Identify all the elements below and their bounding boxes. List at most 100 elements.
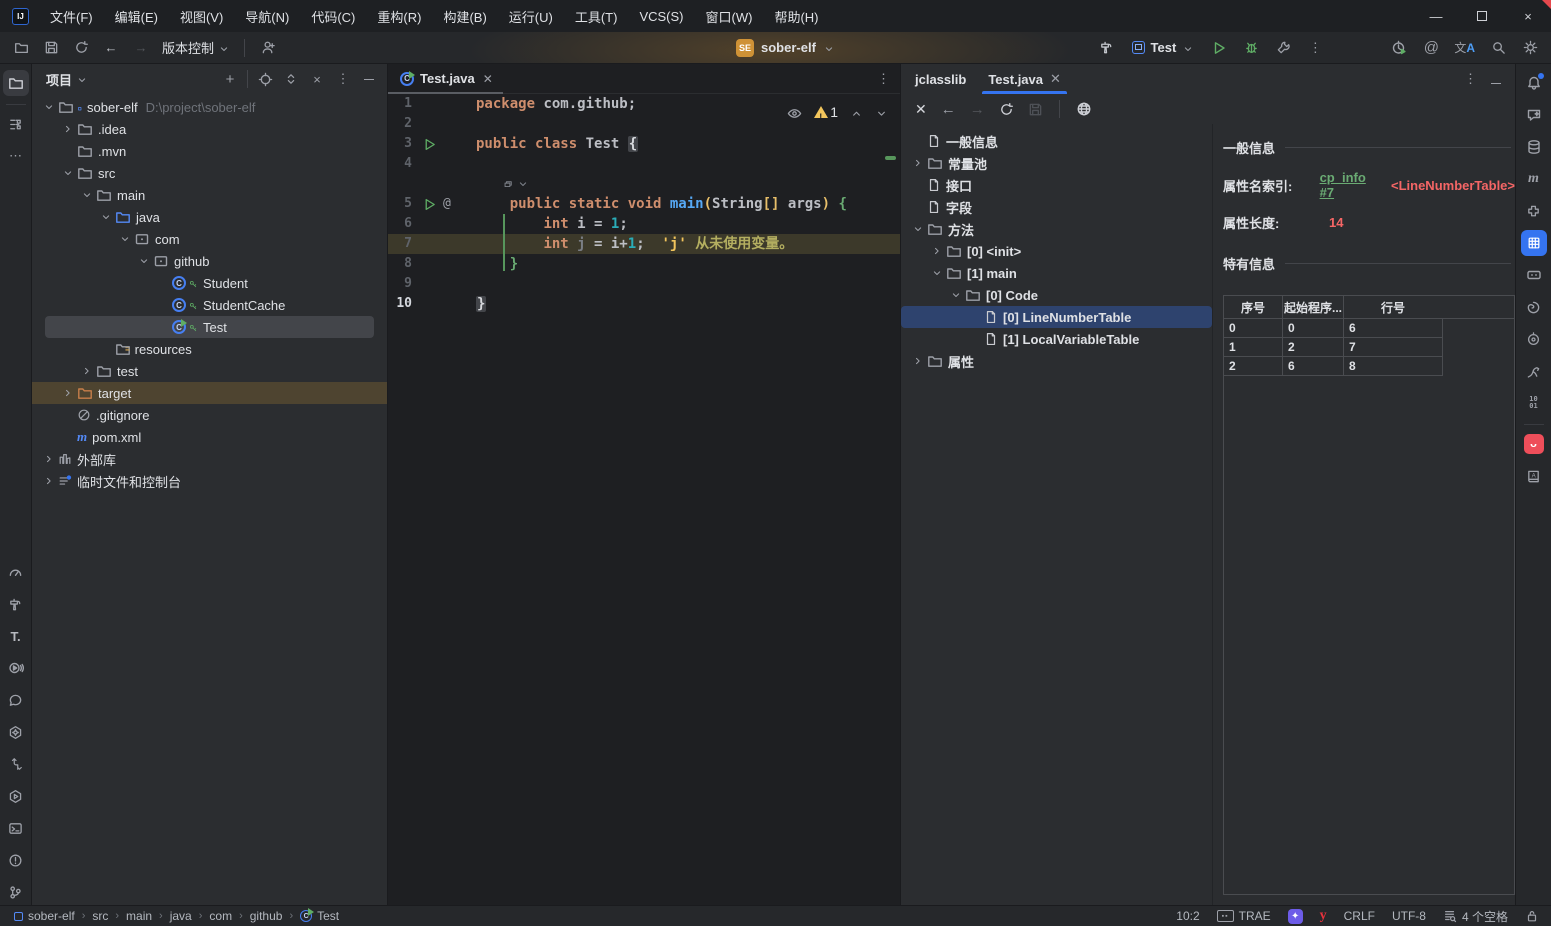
mention-button[interactable]: @: [1418, 35, 1444, 61]
profiler-toolwindow-button[interactable]: [3, 559, 29, 585]
tree-item-java[interactable]: java: [32, 206, 387, 228]
run-gutter-icon[interactable]: [422, 134, 437, 154]
project-toolwindow-button[interactable]: [3, 70, 29, 96]
menu-item[interactable]: 重构(R): [366, 0, 432, 32]
chevron-down-icon[interactable]: [78, 189, 96, 201]
tree-item-[0]-linenumbertable[interactable]: [0] LineNumberTable: [901, 306, 1212, 328]
code-line[interactable]: 5@ public static void main(String[] args…: [388, 194, 900, 214]
more-toolwindows-button[interactable]: ⋯: [3, 143, 29, 169]
tree-item-字段[interactable]: 字段: [901, 196, 1212, 218]
pipeline-toolwindow-button[interactable]: [3, 751, 29, 777]
code-line[interactable]: 10}: [388, 294, 900, 314]
chevron-right-icon[interactable]: [59, 387, 77, 399]
swirl-plugin-button[interactable]: [1521, 294, 1547, 320]
tree-item-临时文件和控制台[interactable]: 临时文件和控制台: [32, 470, 387, 492]
jclasslib-close-icon[interactable]: ✕: [915, 101, 927, 118]
tree-item-studentcache[interactable]: CStudentCache: [32, 294, 387, 316]
jclasslib-web-icon[interactable]: [1076, 101, 1092, 118]
menu-item[interactable]: 文件(F): [39, 0, 104, 32]
chevron-right-icon[interactable]: [909, 355, 927, 367]
open-project-button[interactable]: [8, 35, 34, 61]
chevron-right-icon[interactable]: [59, 123, 77, 135]
menu-item[interactable]: 窗口(W): [695, 0, 764, 32]
tree-item-[1]-localvariabletable[interactable]: [1] LocalVariableTable: [901, 328, 1212, 350]
tree-item-常量池[interactable]: 常量池: [901, 152, 1212, 174]
code-line[interactable]: 3public class Test {: [388, 134, 900, 154]
build-toolwindow-button[interactable]: [3, 591, 29, 617]
breadcrumb-sober-elf[interactable]: sober-elf: [14, 909, 75, 923]
table-header-cell[interactable]: 起始程序...: [1283, 296, 1344, 318]
breadcrumb-java[interactable]: java: [170, 909, 192, 923]
translate-button[interactable]: 文A: [1450, 35, 1479, 61]
jclasslib-forward-icon[interactable]: →: [970, 101, 985, 118]
menu-item[interactable]: 运行(U): [498, 0, 564, 32]
menu-item[interactable]: 工具(T): [564, 0, 629, 32]
translation-toolwindow-button[interactable]: T.: [3, 623, 29, 649]
dictionary-plugin-button[interactable]: A: [1521, 463, 1547, 489]
add-user-button[interactable]: [255, 35, 281, 61]
tree-item-属性[interactable]: 属性: [901, 350, 1212, 372]
next-problem-icon[interactable]: [875, 102, 888, 122]
tab-close-icon[interactable]: ✕: [483, 72, 493, 86]
save-all-button[interactable]: [38, 35, 64, 61]
tree-item--mvn[interactable]: .mvn: [32, 140, 387, 162]
inlay-hint-row[interactable]: [388, 174, 900, 194]
code-line[interactable]: 9: [388, 274, 900, 294]
table-row[interactable]: 127: [1224, 338, 1443, 357]
chevron-down-icon[interactable]: [947, 289, 965, 301]
table-row[interactable]: 006: [1224, 319, 1443, 338]
structure-toolwindow-button[interactable]: [3, 111, 29, 137]
tree-item-target[interactable]: target: [32, 382, 387, 404]
chevron-right-icon[interactable]: [928, 245, 946, 257]
chevron-down-icon[interactable]: [135, 255, 153, 267]
maximize-button[interactable]: [1459, 0, 1505, 32]
highlighting-level-icon[interactable]: [787, 102, 802, 122]
sync-button[interactable]: [68, 35, 94, 61]
code-line[interactable]: 6 int i = 1;: [388, 214, 900, 234]
menu-item[interactable]: 编辑(E): [104, 0, 169, 32]
tree-item-[0]-<init>[interactable]: [0] <init>: [901, 240, 1212, 262]
purple-plugin-icon[interactable]: ✦: [1288, 909, 1303, 924]
panel-options-button[interactable]: ⋮: [331, 67, 355, 91]
menu-item[interactable]: 代码(C): [300, 0, 366, 32]
hide-panel-button[interactable]: [357, 67, 381, 91]
menu-item[interactable]: 视图(V): [169, 0, 234, 32]
tree-item-外部库[interactable]: 外部库: [32, 448, 387, 470]
editor-tab-test-java[interactable]: C Test.java ✕: [388, 64, 503, 94]
run-config-selector[interactable]: Test: [1126, 35, 1201, 61]
indent-widget[interactable]: 4 个空格: [1443, 908, 1508, 925]
target-plugin-button[interactable]: [1521, 326, 1547, 352]
locate-file-button[interactable]: [253, 67, 277, 91]
problems-toolwindow-button[interactable]: [3, 847, 29, 873]
tree-item-方法[interactable]: 方法: [901, 218, 1212, 240]
tree-item-com[interactable]: com: [32, 228, 387, 250]
chevron-down-icon[interactable]: [116, 233, 134, 245]
table-header-cell[interactable]: 行号: [1344, 296, 1442, 318]
jclasslib-tab-test-java[interactable]: Test.java ✕: [978, 64, 1071, 94]
forward-button[interactable]: →: [128, 35, 154, 61]
tree-item-test[interactable]: CTest: [32, 316, 387, 338]
tree-item-resources[interactable]: ≡resources: [32, 338, 387, 360]
table-header-cell[interactable]: 序号: [1224, 296, 1283, 318]
chevron-right-icon[interactable]: [40, 453, 58, 465]
red-plugin-button[interactable]: ᴗ: [1521, 431, 1547, 457]
add-button[interactable]: +: [218, 67, 242, 91]
jclasslib-back-icon[interactable]: ←: [941, 101, 956, 118]
tools-button[interactable]: [1270, 35, 1296, 61]
table-row[interactable]: 268: [1224, 357, 1443, 376]
jclasslib-tab-close-icon[interactable]: ✕: [1050, 71, 1061, 87]
encoding-widget[interactable]: UTF-8: [1392, 909, 1426, 923]
project-widget-button[interactable]: SE sober-elf: [730, 35, 841, 61]
breadcrumb-src[interactable]: src: [92, 909, 108, 923]
code-editor[interactable]: 1package com.github;23public class Test …: [388, 94, 900, 905]
binary-viewer-button[interactable]: 1001: [1521, 390, 1547, 416]
plugin-toolwindow-button[interactable]: [1521, 198, 1547, 224]
back-button[interactable]: ←: [98, 35, 124, 61]
tree-item-src[interactable]: src: [32, 162, 387, 184]
tree-item-sober-elf[interactable]: sober-elfD:\project\sober-elf: [32, 96, 387, 118]
more-actions-button[interactable]: ⋮: [1302, 35, 1328, 61]
run-gutter-icon[interactable]: [422, 194, 437, 214]
y-plugin-icon[interactable]: y: [1320, 908, 1327, 924]
menu-item[interactable]: 导航(N): [234, 0, 300, 32]
tree-item-[1]-main[interactable]: [1] main: [901, 262, 1212, 284]
